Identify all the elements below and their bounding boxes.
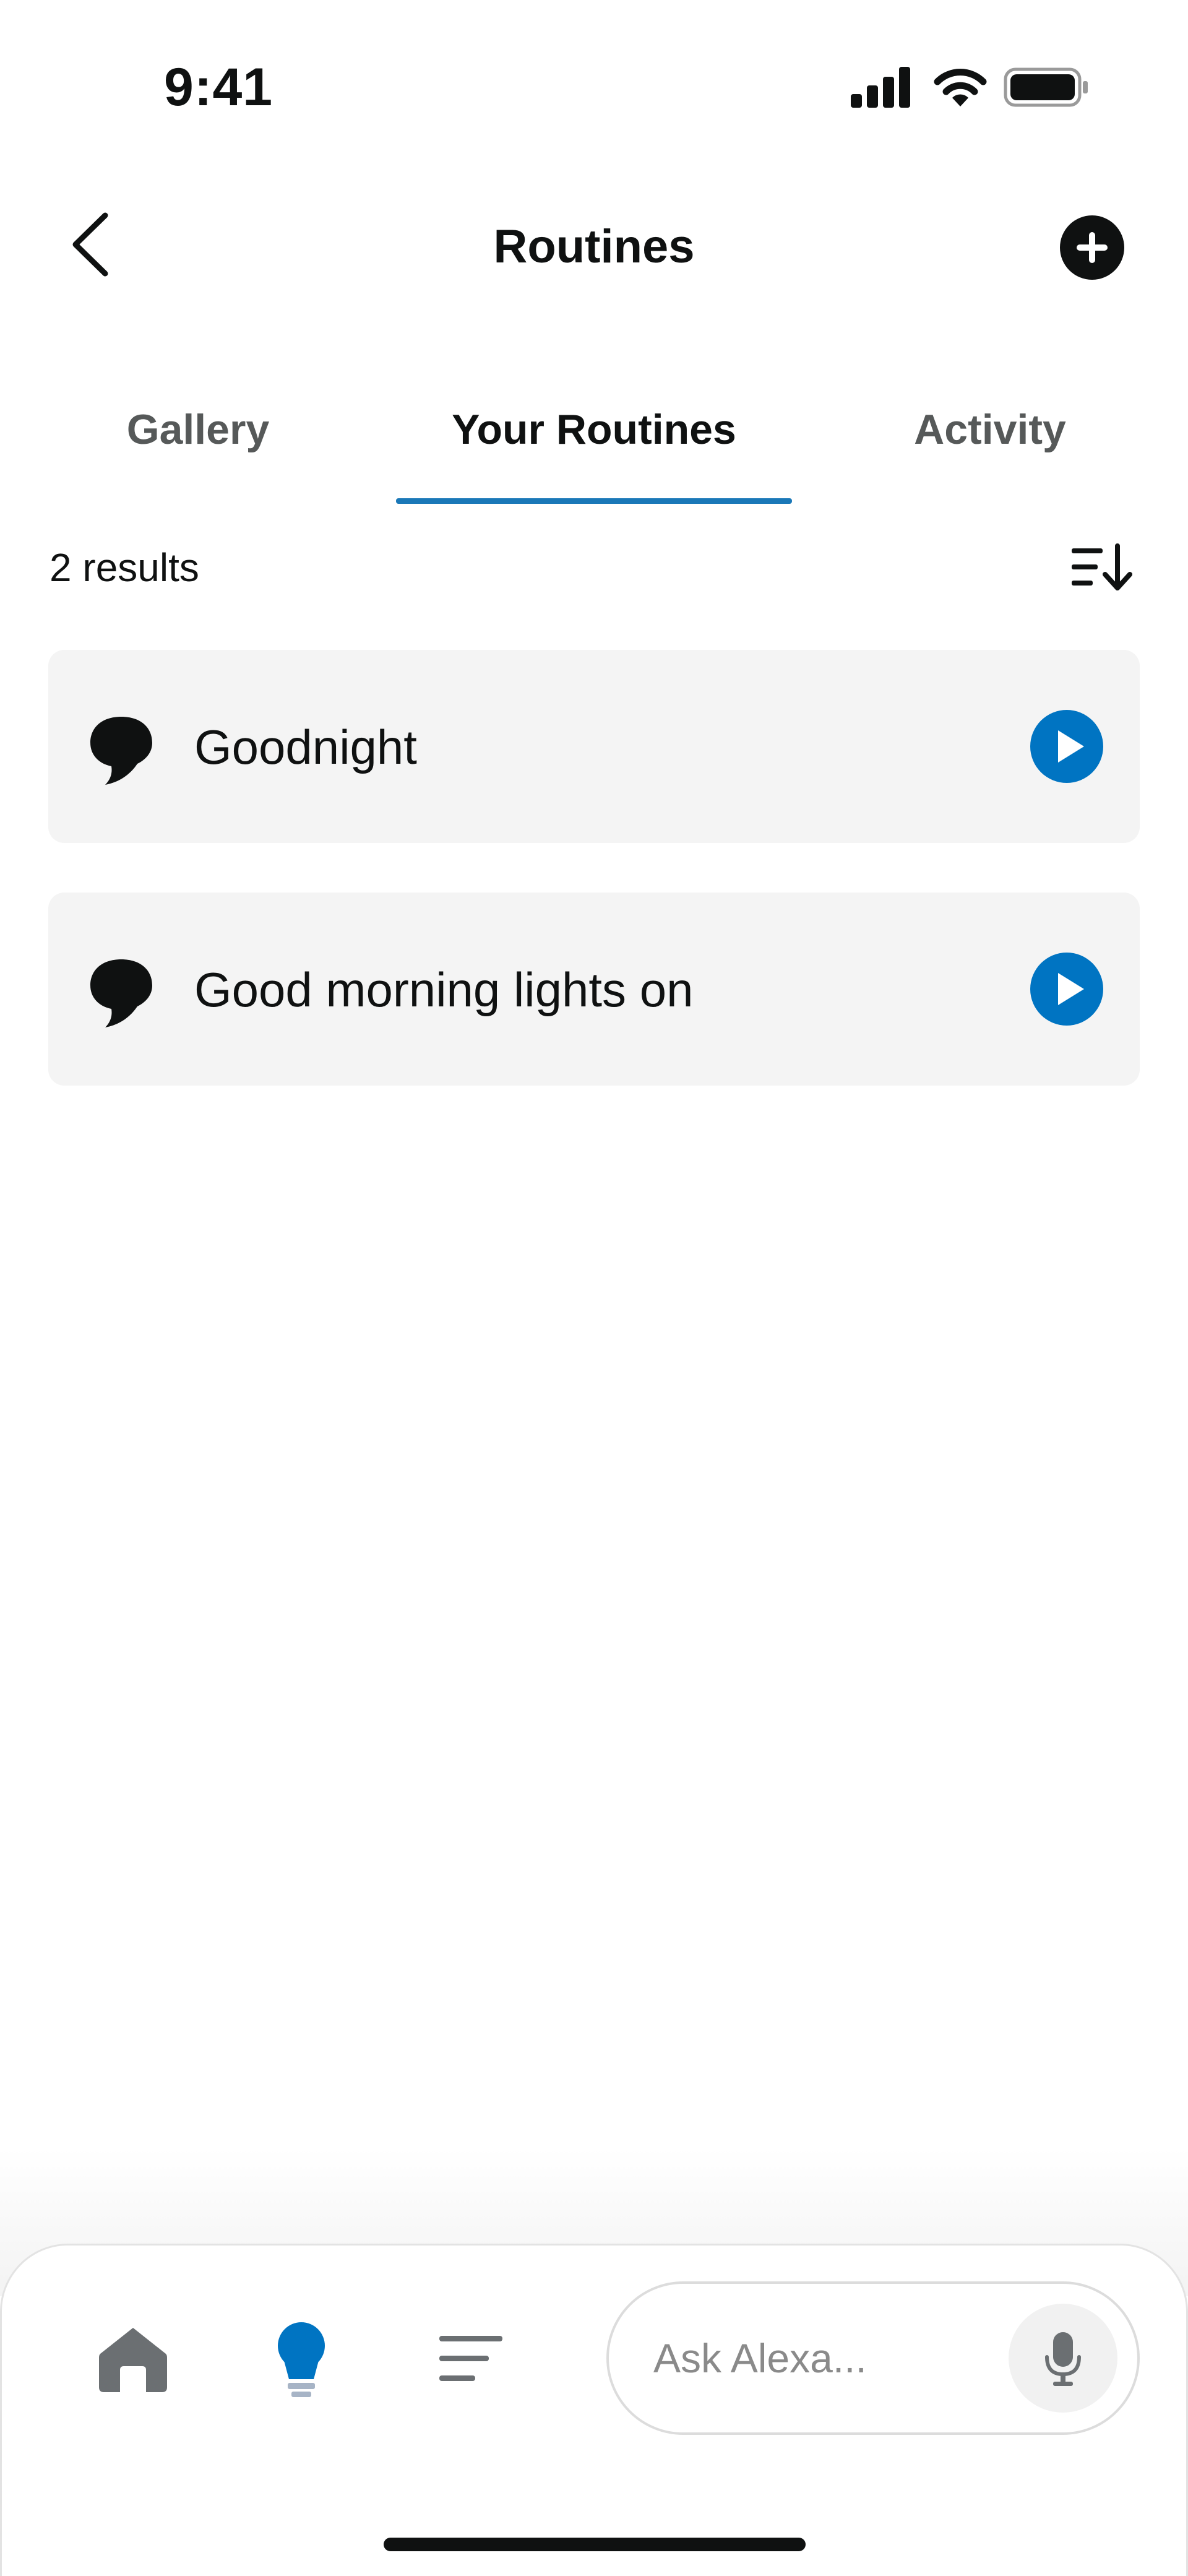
results-count: 2 results [50, 545, 199, 590]
routine-card[interactable]: Good morning lights on [48, 893, 1140, 1086]
home-indicator-bar [384, 2538, 806, 2551]
tab-your-routines[interactable]: Your Routines [396, 405, 792, 454]
play-routine-button[interactable] [1030, 952, 1104, 1026]
play-routine-button[interactable] [1030, 709, 1104, 784]
battery-icon [1004, 67, 1088, 107]
tab-gallery[interactable]: Gallery [68, 405, 328, 454]
sort-icon[interactable] [1070, 543, 1136, 593]
speech-bubble-icon [90, 959, 152, 1027]
home-icon[interactable] [98, 2325, 168, 2393]
add-routine-button[interactable] [1059, 215, 1125, 280]
status-time: 9:41 [164, 58, 273, 117]
routine-card[interactable]: Goodnight [48, 650, 1140, 843]
menu-lines-icon[interactable] [439, 2335, 504, 2382]
microphone-icon [1045, 2332, 1081, 2386]
page-title: Routines [493, 220, 695, 273]
ask-alexa-input[interactable]: Ask Alexa... [606, 2281, 1140, 2435]
speech-bubble-icon [90, 717, 152, 785]
routine-name: Goodnight [194, 720, 417, 774]
wifi-icon [934, 69, 987, 106]
routine-name: Good morning lights on [194, 962, 694, 1017]
ask-alexa-placeholder: Ask Alexa... [653, 2335, 867, 2381]
tab-activity[interactable]: Activity [860, 405, 1120, 454]
lightbulb-icon[interactable] [275, 2322, 327, 2398]
microphone-button[interactable] [1009, 2304, 1117, 2413]
active-tab-indicator [396, 498, 792, 504]
cellular-signal-icon [851, 67, 910, 108]
